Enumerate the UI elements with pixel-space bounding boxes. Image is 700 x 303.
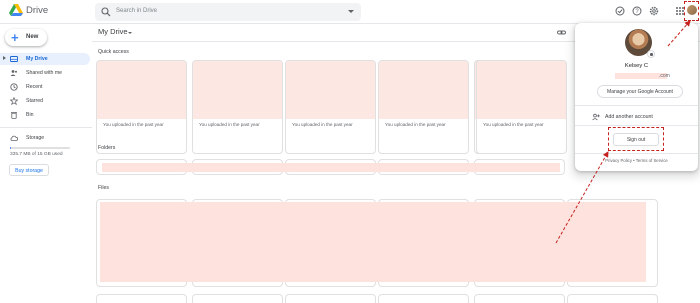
- quick-access-card[interactable]: You uploaded in the past year: [285, 60, 376, 154]
- sidebar-item-shared[interactable]: Shared with me: [0, 67, 90, 79]
- quick-access-heading: Quick access: [98, 49, 129, 55]
- star-icon: [10, 97, 18, 105]
- camera-icon[interactable]: [647, 50, 655, 58]
- file-thumbnail-redacted: [193, 61, 282, 119]
- account-name: Kelsey C: [624, 63, 649, 69]
- storage-usage-fill: [10, 147, 12, 149]
- card-subtitle: You uploaded in the past year: [385, 122, 446, 127]
- folder-names-redacted: [102, 163, 560, 172]
- new-button[interactable]: + New: [5, 29, 47, 46]
- files-heading: Files: [98, 185, 109, 191]
- search-input[interactable]: Search in Drive: [116, 8, 157, 14]
- drive-logo-icon[interactable]: [9, 4, 23, 17]
- top-bar: Drive Search in Drive ?: [0, 0, 700, 24]
- new-button-label: New: [26, 34, 39, 40]
- expand-caret-icon[interactable]: [3, 56, 6, 60]
- app-title[interactable]: Drive: [26, 5, 48, 16]
- account-email-suffix: .com: [659, 73, 670, 79]
- file-thumbnail-redacted: [286, 61, 375, 119]
- offline-status-icon[interactable]: [615, 6, 625, 16]
- file-card[interactable]: [285, 294, 376, 303]
- search-bar[interactable]: Search in Drive: [95, 3, 361, 21]
- files-redacted: [100, 202, 646, 282]
- sidebar-item-recent[interactable]: Recent: [0, 81, 90, 93]
- sidebar-item-my-drive[interactable]: My Drive: [0, 53, 90, 65]
- file-card[interactable]: [567, 294, 658, 303]
- add-another-account[interactable]: Add another account: [605, 114, 653, 120]
- sidebar-item-storage[interactable]: Storage: [0, 132, 90, 144]
- plus-icon: +: [11, 30, 19, 45]
- sidebar-item-label: Shared with me: [26, 70, 63, 76]
- settings-gear-icon[interactable]: [649, 6, 659, 16]
- storage-label: Storage: [26, 135, 45, 141]
- sidebar-item-starred[interactable]: Starred: [0, 95, 90, 107]
- card-subtitle: You uploaded in the past year: [292, 122, 353, 127]
- shared-icon: [10, 70, 17, 76]
- quick-access-card[interactable]: You uploaded in the past year: [476, 60, 567, 154]
- buy-storage-label: Buy storage: [15, 167, 43, 174]
- file-thumbnail-redacted: [97, 61, 186, 119]
- sidebar-item-label: Recent: [26, 84, 43, 90]
- storage-used-text: 335.7 MB of 15 GB used: [10, 152, 63, 157]
- search-options-icon[interactable]: [348, 10, 354, 13]
- file-thumbnail-redacted: [477, 61, 566, 119]
- help-icon[interactable]: ?: [632, 6, 642, 16]
- quick-access-card[interactable]: You uploaded in the past year: [96, 60, 187, 154]
- file-card[interactable]: [96, 294, 187, 303]
- popup-divider: [575, 125, 698, 126]
- sidebar-item-bin[interactable]: Bin: [0, 109, 90, 121]
- google-apps-icon[interactable]: [676, 7, 684, 15]
- file-thumbnail-redacted: [379, 61, 468, 119]
- buy-storage-button[interactable]: Buy storage: [9, 164, 49, 176]
- manage-account-button[interactable]: Manage your Google Account: [597, 85, 683, 98]
- add-account-icon: [592, 113, 600, 121]
- page-title[interactable]: My Drive: [98, 27, 128, 36]
- trash-icon: [11, 112, 17, 119]
- title-dropdown-icon[interactable]: [128, 32, 132, 34]
- quick-access-card[interactable]: You uploaded in the past year: [192, 60, 283, 154]
- annotation-highlight-sign-out: [608, 127, 664, 151]
- get-link-icon[interactable]: [557, 28, 566, 37]
- folders-heading: Folders: [98, 145, 116, 151]
- popup-divider: [575, 105, 698, 106]
- my-drive-icon: [10, 56, 18, 62]
- file-card[interactable]: [378, 294, 469, 303]
- search-icon[interactable]: [101, 7, 111, 17]
- sidebar-item-label: My Drive: [26, 56, 48, 62]
- sidebar-divider: [0, 127, 92, 128]
- sidebar-item-label: Bin: [26, 112, 34, 118]
- cloud-icon: [10, 135, 18, 141]
- card-subtitle: You uploaded in the past year: [103, 122, 164, 127]
- recent-icon: [10, 83, 18, 91]
- card-subtitle: You uploaded in the past year: [483, 122, 544, 127]
- storage-usage-bar: [10, 147, 70, 149]
- quick-access-card[interactable]: You uploaded in the past year: [378, 60, 469, 154]
- privacy-terms-links[interactable]: Privacy Policy • Terms of Service: [575, 158, 698, 163]
- card-subtitle: You uploaded in the past year: [199, 122, 260, 127]
- annotation-highlight-avatar: [684, 1, 699, 21]
- account-menu-popup: Kelsey C .com Manage your Google Account…: [575, 23, 698, 171]
- sidebar-item-label: Starred: [26, 98, 44, 104]
- file-card[interactable]: [192, 294, 283, 303]
- sidebar: + New My Drive Shared with me Recent Sta…: [0, 24, 92, 303]
- manage-account-label: Manage your Google Account: [607, 89, 673, 95]
- file-card[interactable]: [474, 294, 565, 303]
- popup-divider: [575, 153, 698, 154]
